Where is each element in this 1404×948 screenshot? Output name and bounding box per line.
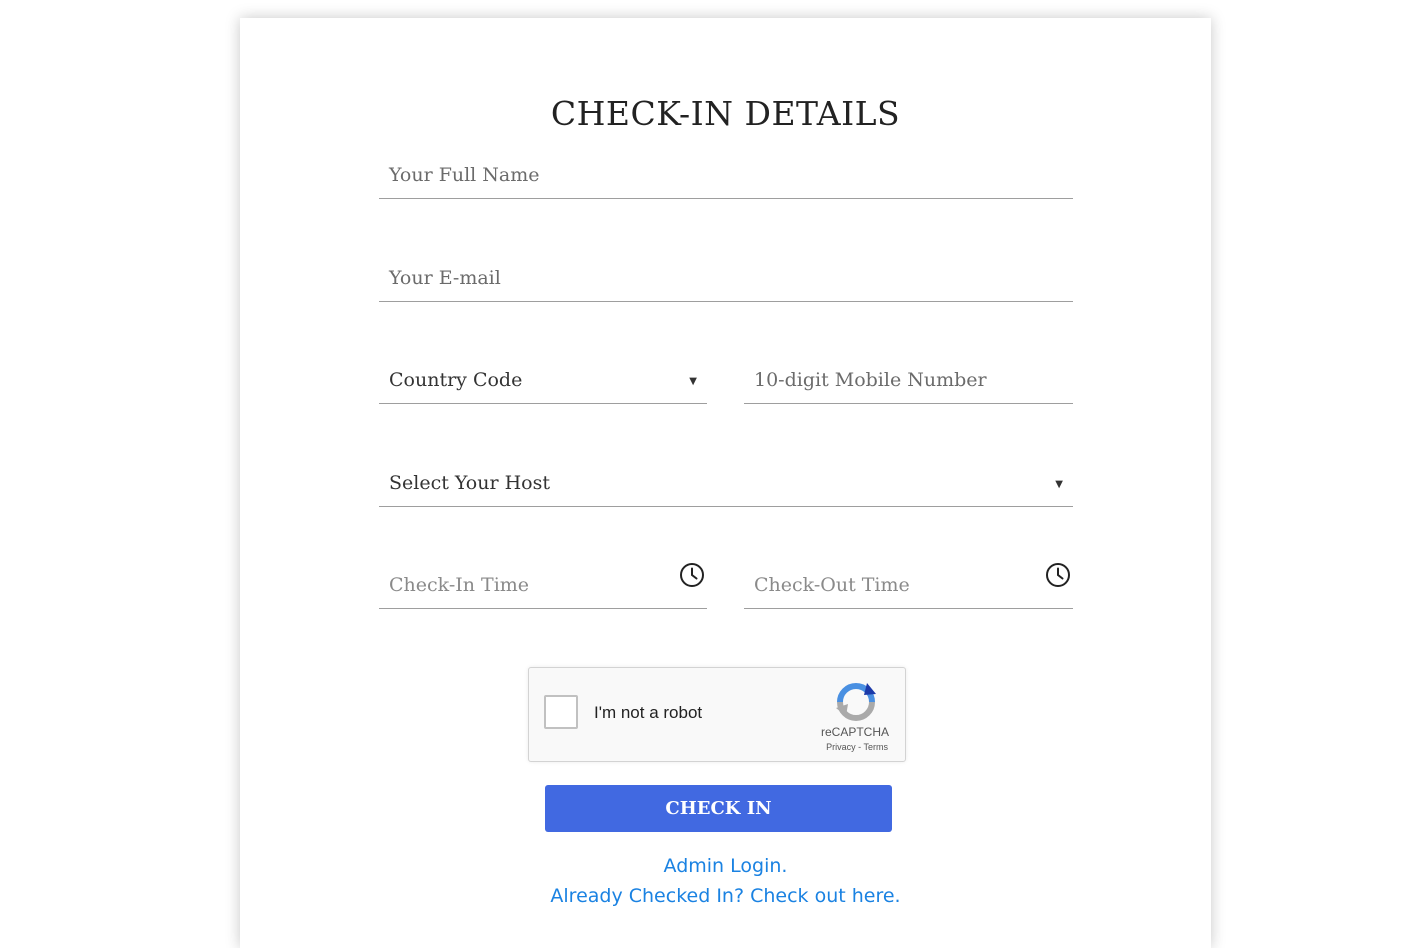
email-field[interactable]: Your E-mail [379,257,1073,302]
country-code-select[interactable]: Country Code ▼ [379,359,707,404]
host-select[interactable]: Select Your Host ▼ [379,462,1073,507]
checkout-time-field[interactable]: Check-Out Time [744,562,1073,609]
recaptcha-brand: reCAPTCHA [820,725,889,739]
email-placeholder: Your E-mail [389,267,501,289]
recaptcha-widget: I'm not a robot reCAPTCHA Privacy - Term… [528,667,906,762]
page-title: CHECK-IN DETAILS [550,94,901,133]
admin-login-link[interactable]: Admin Login. [240,855,1211,877]
checkin-time-placeholder: Check-In Time [389,574,530,596]
full-name-placeholder: Your Full Name [389,164,540,186]
recaptcha-checkbox[interactable] [544,695,578,729]
recaptcha-link-separator: - [855,742,864,752]
recaptcha-privacy-link[interactable]: Privacy [826,742,856,752]
checkout-time-placeholder: Check-Out Time [754,574,910,596]
mobile-placeholder: 10-digit Mobile Number [754,369,987,391]
recaptcha-logo-icon [836,683,876,721]
check-out-link[interactable]: Already Checked In? Check out here. [240,885,1211,907]
recaptcha-terms-link[interactable]: Terms [864,742,889,752]
check-in-button[interactable]: CHECK IN [545,785,892,832]
caret-down-icon: ▼ [689,376,697,387]
clock-icon[interactable] [1045,562,1071,588]
caret-down-icon: ▼ [1055,479,1063,490]
checkin-time-field[interactable]: Check-In Time [379,562,707,609]
clock-icon[interactable] [679,562,705,588]
checkin-card: CHECK-IN DETAILS Your Full Name Your E-m… [240,18,1211,948]
full-name-field[interactable]: Your Full Name [379,154,1073,199]
mobile-number-field[interactable]: 10-digit Mobile Number [744,359,1073,404]
host-label: Select Your Host [389,472,550,494]
recaptcha-links: Privacy - Terms [529,742,905,752]
country-code-label: Country Code [389,369,523,391]
recaptcha-label: I'm not a robot [594,703,703,722]
